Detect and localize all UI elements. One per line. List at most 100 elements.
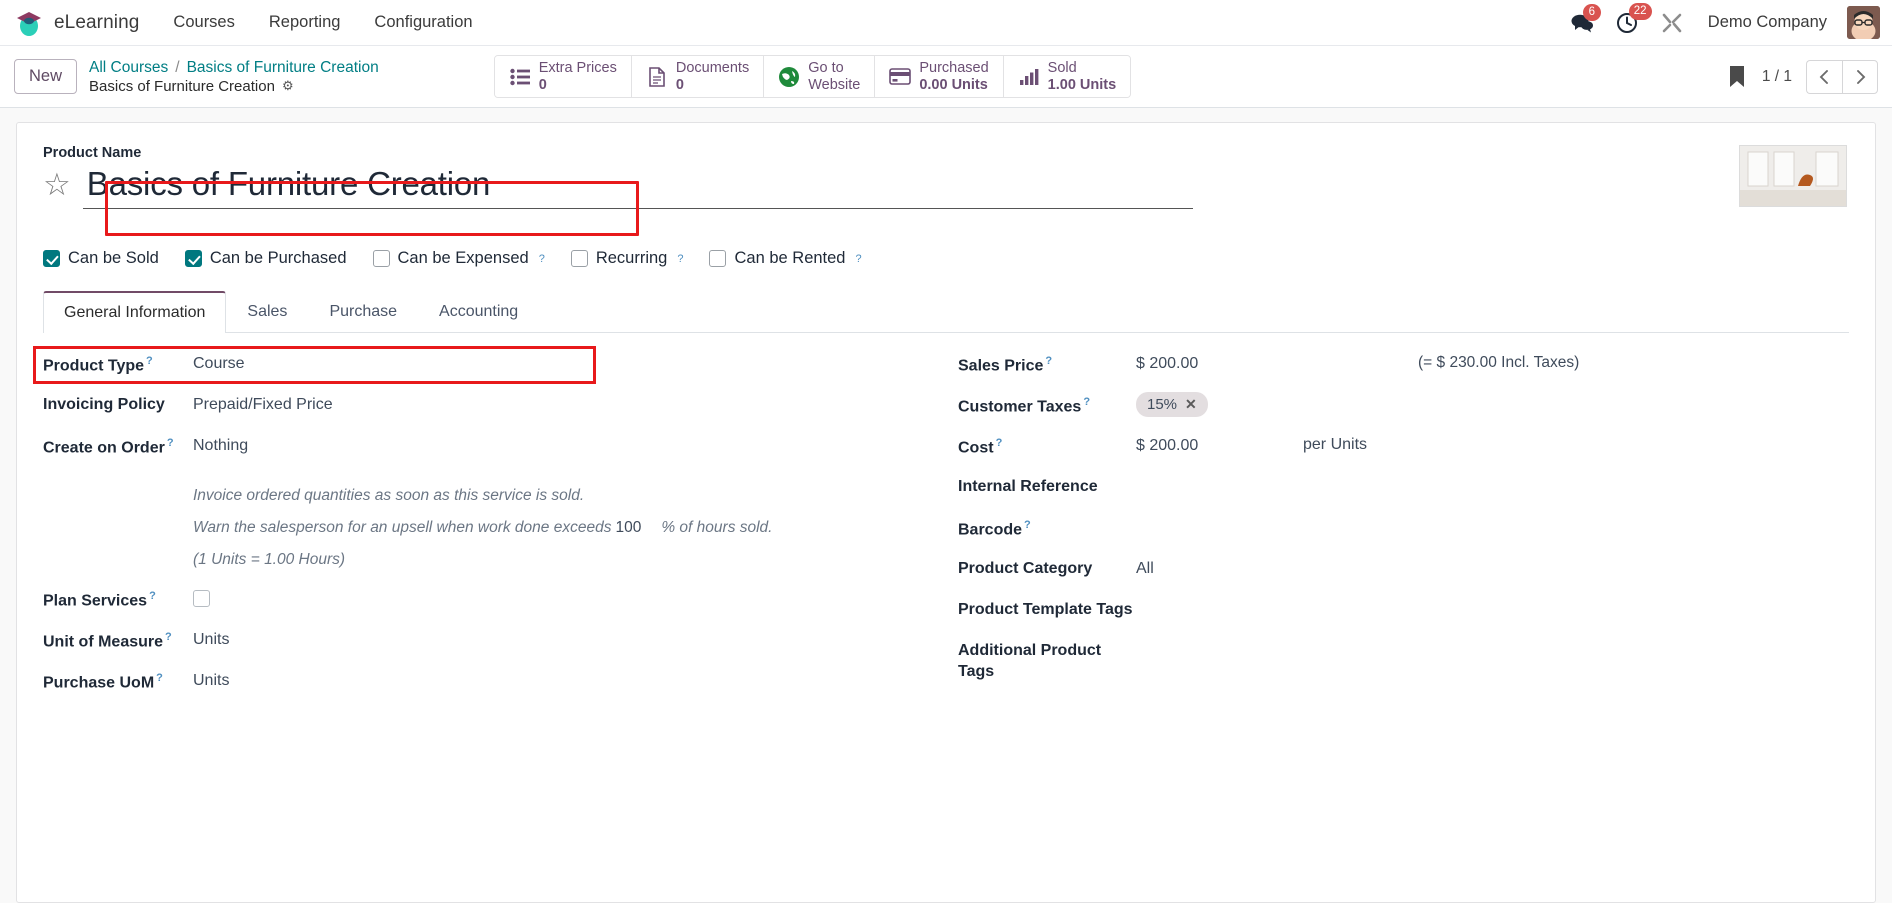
help-icon[interactable]: ?: [855, 253, 861, 265]
gear-icon[interactable]: ⚙: [282, 78, 294, 94]
messages-button[interactable]: 6: [1570, 3, 1601, 34]
field-product-category: Product Category All: [958, 556, 1849, 597]
tab-accounting[interactable]: Accounting: [418, 291, 539, 333]
menu-item-courses[interactable]: Courses: [173, 13, 234, 32]
card-icon: [889, 66, 912, 88]
favorite-star-icon[interactable]: ☆: [43, 169, 71, 200]
help-icon[interactable]: ?: [146, 355, 153, 367]
company-switcher[interactable]: Demo Company: [1708, 13, 1827, 32]
customer-taxes-tag-list[interactable]: 15% ✕: [1136, 392, 1208, 417]
field-value[interactable]: Course: [193, 351, 245, 375]
document-icon: [646, 66, 668, 88]
product-name-input[interactable]: [82, 163, 1143, 205]
helper-upsell: Warn the salesperson for an upsell when …: [43, 518, 916, 538]
breadcrumb-all-courses[interactable]: All Courses: [89, 59, 168, 77]
checkbox-recurring[interactable]: Recurring ?: [570, 249, 683, 268]
field-customer-taxes: Customer Taxes? 15% ✕: [958, 392, 1849, 433]
stat-button-sold[interactable]: Sold 1.00 Units: [1003, 56, 1131, 97]
bookmark-icon[interactable]: [1726, 64, 1748, 90]
field-value[interactable]: All: [1136, 556, 1154, 580]
tab-sales[interactable]: Sales: [226, 291, 308, 333]
field-internal-reference: Internal Reference: [958, 474, 1849, 515]
checkbox-box[interactable]: [43, 250, 60, 267]
checkbox-box[interactable]: [372, 250, 390, 267]
help-icon[interactable]: ?: [167, 437, 174, 449]
helper-units-equivalence: (1 Units = 1.00 Hours): [43, 550, 916, 570]
upsell-threshold-input[interactable]: 100: [615, 519, 641, 537]
help-icon[interactable]: ?: [677, 253, 683, 265]
checkbox-label: Recurring: [595, 249, 668, 267]
help-icon[interactable]: ?: [996, 437, 1003, 449]
main-menu: Courses Reporting Configuration: [173, 13, 472, 32]
upsell-prefix-text: Warn the salesperson for an upsell when …: [193, 519, 612, 537]
checkbox-can-be-rented[interactable]: Can be Rented ?: [709, 249, 862, 268]
breadcrumb-current[interactable]: Basics of Furniture Creation: [187, 59, 379, 77]
user-avatar[interactable]: [1847, 6, 1880, 39]
new-record-button[interactable]: New: [14, 59, 78, 94]
form-sheet: Product Name ☆ Can be Sold Can be Purcha…: [16, 122, 1876, 903]
upsell-suffix-text: % of hours sold.: [661, 519, 773, 537]
field-product-type: Product Type? Course: [33, 346, 916, 392]
help-icon[interactable]: ?: [539, 253, 545, 265]
stat-button-documents[interactable]: Documents 0: [631, 56, 765, 97]
stat-label: Sold: [1047, 59, 1077, 76]
checkbox-can-be-expensed[interactable]: Can be Expensed ?: [372, 249, 545, 268]
tab-general-information[interactable]: General Information: [43, 291, 227, 333]
debug-tools-button[interactable]: [1660, 11, 1684, 35]
help-icon[interactable]: ?: [149, 590, 156, 602]
stat-button-go-to-website[interactable]: Go to Website: [764, 56, 876, 97]
field-additional-product-tags: Additional Product Tags: [958, 638, 1849, 683]
list-icon: [509, 66, 531, 88]
checkbox-can-be-sold[interactable]: Can be Sold: [43, 249, 159, 268]
field-label: Customer Taxes?: [958, 396, 1091, 416]
product-flags-row: Can be Sold Can be Purchased Can be Expe…: [43, 249, 1849, 268]
field-sales-price: Sales Price? $ 200.00 (= $ 230.00 Incl. …: [958, 351, 1849, 392]
control-panel: New All Courses / Basics of Furniture Cr…: [0, 46, 1892, 108]
field-value[interactable]: $ 200.00: [1136, 433, 1198, 457]
stat-button-purchased[interactable]: Purchased 0.00 Units: [875, 56, 1004, 97]
tab-purchase[interactable]: Purchase: [308, 291, 418, 333]
plan-services-checkbox[interactable]: [193, 590, 210, 608]
field-value[interactable]: Units: [193, 668, 229, 692]
top-navbar: eLearning Courses Reporting Configuratio…: [0, 0, 1892, 46]
menu-item-reporting[interactable]: Reporting: [269, 13, 341, 32]
remove-tag-icon[interactable]: ✕: [1185, 396, 1197, 413]
field-label: Cost?: [958, 437, 1003, 457]
help-icon[interactable]: ?: [1045, 355, 1052, 367]
pager-counter: 1 / 1: [1761, 67, 1792, 85]
help-icon[interactable]: ?: [1024, 519, 1031, 531]
stat-button-extra-prices[interactable]: Extra Prices 0: [494, 56, 632, 97]
field-label: Barcode?: [958, 519, 1031, 539]
field-product-template-tags: Product Template Tags: [958, 597, 1849, 638]
pager-previous-button[interactable]: [1806, 59, 1842, 94]
units-equivalence-text: (1 Units = 1.00 Hours): [193, 551, 346, 569]
field-label: Product Template Tags: [958, 601, 1133, 618]
field-label: Create on Order?: [43, 437, 174, 457]
menu-item-configuration[interactable]: Configuration: [374, 13, 472, 32]
checkbox-box[interactable]: [709, 250, 727, 267]
pager-next-button[interactable]: [1842, 59, 1878, 94]
right-field-column: Sales Price? $ 200.00 (= $ 230.00 Incl. …: [946, 351, 1849, 709]
checkbox-label: Can be Rented: [734, 249, 846, 267]
field-plan-services: Plan Services?: [43, 586, 916, 627]
activities-button[interactable]: 22: [1616, 2, 1652, 35]
field-label: Product Category: [958, 560, 1093, 577]
field-value[interactable]: Nothing: [193, 433, 248, 457]
help-icon[interactable]: ?: [165, 631, 172, 643]
elearning-logo-icon: [14, 8, 44, 38]
help-icon[interactable]: ?: [1083, 396, 1090, 408]
field-value[interactable]: Prepaid/Fixed Price: [193, 392, 333, 416]
globe-icon: [778, 66, 800, 88]
checkbox-box[interactable]: [570, 250, 588, 267]
navbar-systray: 6 22 Demo Company: [1570, 2, 1884, 39]
sales-price-tax-included: (= $ 230.00 Incl. Taxes): [1418, 354, 1580, 371]
checkbox-label: Can be Expensed: [397, 249, 529, 267]
tax-tag[interactable]: 15% ✕: [1136, 392, 1208, 417]
field-value[interactable]: Units: [193, 627, 229, 651]
field-label: Sales Price?: [958, 355, 1053, 375]
checkbox-can-be-purchased[interactable]: Can be Purchased: [184, 249, 347, 268]
field-value[interactable]: $ 200.00: [1136, 351, 1198, 375]
tax-tag-label: 15%: [1147, 396, 1178, 413]
help-icon[interactable]: ?: [156, 672, 163, 684]
checkbox-box[interactable]: [184, 250, 202, 267]
